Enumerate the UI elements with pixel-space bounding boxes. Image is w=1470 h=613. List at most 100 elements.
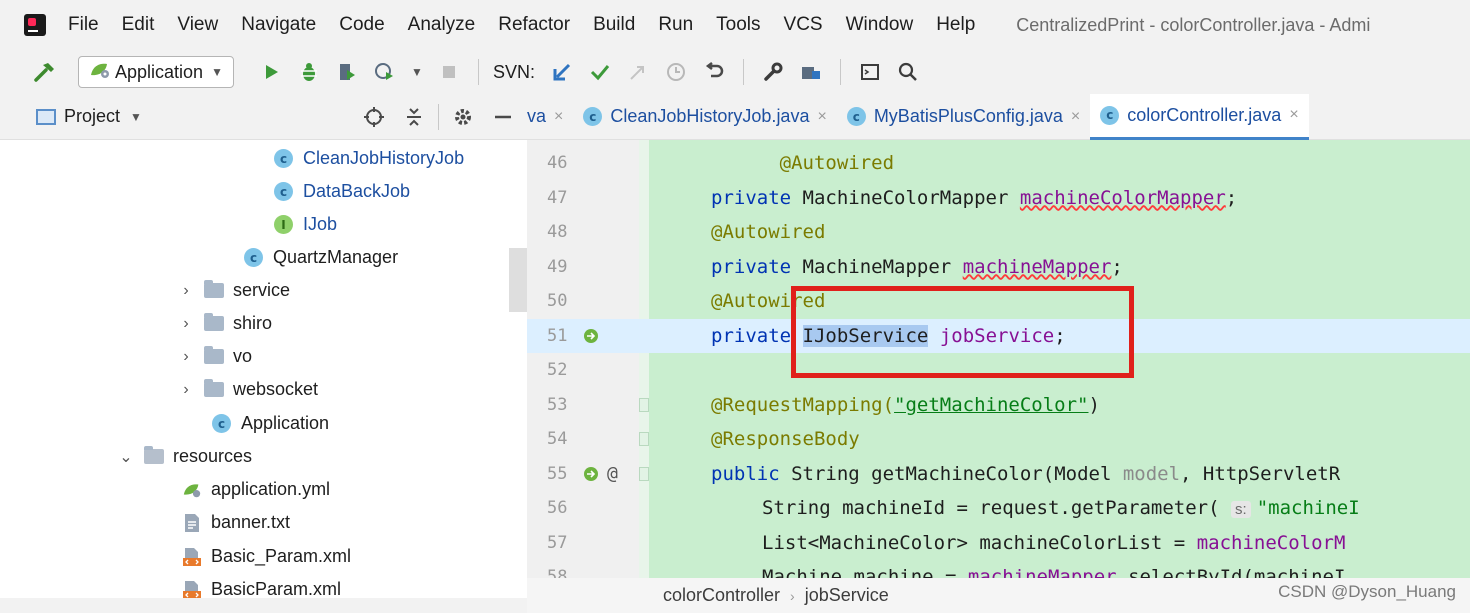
fold-marker-icon[interactable] — [639, 432, 649, 446]
semicolon-token: ; — [1225, 186, 1238, 209]
menu-build[interactable]: Build — [593, 14, 635, 36]
svn-push-icon[interactable] — [625, 59, 651, 85]
code-token: List<MachineColor> machineColorList = — [762, 531, 1197, 554]
run-with-coverage-icon[interactable] — [334, 59, 360, 85]
tree-item[interactable]: › vo — [176, 340, 252, 373]
breadcrumb-item-field[interactable]: jobService — [805, 585, 889, 606]
menu-navigate[interactable]: Navigate — [241, 14, 316, 36]
menu-vcs[interactable]: VCS — [784, 14, 823, 36]
rollback-icon[interactable] — [701, 59, 727, 85]
chevron-right-icon[interactable]: › — [176, 348, 196, 366]
menu-run[interactable]: Run — [658, 14, 693, 36]
code-line[interactable]: 54 @ResponseBody — [527, 422, 1470, 457]
run-configuration-select[interactable]: Application ▼ — [78, 56, 234, 88]
tree-item[interactable]: c Application — [212, 407, 329, 440]
project-tree-horizontal-scrollbar[interactable] — [0, 598, 527, 613]
fold-marker-icon[interactable] — [639, 466, 649, 481]
line-number: 53 — [547, 394, 568, 415]
terminal-window-icon[interactable] — [857, 59, 883, 85]
annotation-token: @RequestMapping( — [711, 393, 895, 416]
menu-refactor[interactable]: Refactor — [498, 14, 570, 36]
tree-item[interactable]: › shiro — [176, 307, 272, 340]
menu-file[interactable]: File — [68, 14, 99, 36]
history-clock-icon[interactable] — [663, 59, 689, 85]
run-icon[interactable] — [258, 59, 284, 85]
menu-analyze[interactable]: Analyze — [408, 14, 476, 36]
build-hammer-icon[interactable] — [32, 59, 58, 85]
spring-request-mapping-icon[interactable] — [582, 465, 600, 483]
close-icon[interactable]: × — [817, 108, 826, 126]
spring-bean-navigation-icon[interactable] — [582, 327, 600, 345]
tree-item[interactable]: c DataBackJob — [274, 175, 410, 208]
project-structure-icon[interactable] — [798, 59, 824, 85]
tree-item[interactable]: I IJob — [274, 208, 337, 241]
code-editor[interactable]: 46 @Autowired 47 private MachineColorMap… — [527, 140, 1470, 578]
menu-window[interactable]: Window — [846, 14, 914, 36]
tab-truncated[interactable]: va × — [527, 94, 573, 140]
code-line[interactable]: 48 @Autowired — [527, 215, 1470, 250]
at-sign-icon[interactable]: @ — [607, 463, 618, 484]
profile-dropdown-chevron-icon[interactable]: ▼ — [410, 59, 424, 85]
tree-item-label: vo — [233, 346, 253, 366]
svn-update-arrow-icon[interactable] — [549, 59, 575, 85]
code-line[interactable]: 46 @Autowired — [527, 146, 1470, 181]
breadcrumb-item-class[interactable]: colorController — [663, 585, 780, 606]
menu-tools[interactable]: Tools — [716, 14, 760, 36]
debug-bug-icon[interactable] — [296, 59, 322, 85]
tree-item[interactable]: c QuartzManager — [244, 241, 398, 274]
tab-mybatisplusconfig[interactable]: c MyBatisPlusConfig.java × — [837, 94, 1090, 140]
tree-item[interactable]: Basic_Param.xml — [182, 540, 351, 573]
yml-file-icon — [182, 480, 202, 500]
profile-icon[interactable] — [372, 59, 398, 85]
menu-code[interactable]: Code — [339, 14, 384, 36]
chevron-down-icon[interactable]: ⌄ — [116, 447, 136, 467]
tree-item[interactable]: › service — [176, 274, 290, 307]
settings-wrench-icon[interactable] — [760, 59, 786, 85]
resources-folder-icon — [144, 446, 164, 464]
tree-item[interactable]: c CleanJobHistoryJob — [274, 142, 464, 175]
locate-crosshair-icon[interactable] — [361, 104, 387, 130]
hide-panel-minus-icon[interactable] — [490, 104, 516, 130]
collapse-all-icon[interactable] — [401, 104, 427, 130]
toolbar-separator — [742, 59, 744, 85]
fold-marker-icon[interactable] — [639, 397, 649, 412]
tree-item[interactable]: application.yml — [182, 473, 330, 506]
chevron-right-icon[interactable]: › — [176, 315, 196, 333]
tab-cleanjobhistoryjob[interactable]: c CleanJobHistoryJob.java × — [573, 94, 836, 140]
project-tree-scrollbar[interactable] — [509, 248, 527, 312]
menu-edit[interactable]: Edit — [122, 14, 155, 36]
unused-param-token: model — [1122, 462, 1181, 485]
class-icon: c — [1100, 105, 1120, 125]
line-number: 52 — [547, 360, 568, 381]
menu-view[interactable]: View — [177, 14, 218, 36]
code-line[interactable]: 56 String machineId = request.getParamet… — [527, 491, 1470, 526]
tree-item[interactable]: › websocket — [176, 373, 318, 406]
paren-token: ) — [1088, 393, 1100, 416]
code-line[interactable]: 55 @ public String getMachineColor(Model… — [527, 457, 1470, 492]
code-text: @ResponseBody — [711, 428, 860, 450]
close-icon[interactable]: × — [554, 108, 563, 126]
tree-item-label: resources — [173, 446, 253, 466]
svn-commit-check-icon[interactable] — [587, 59, 613, 85]
code-line[interactable]: 58 Machine machine = machineMapper.selec… — [527, 560, 1470, 578]
stop-icon[interactable] — [436, 59, 462, 85]
toolbar-separator — [477, 59, 479, 85]
close-icon[interactable]: × — [1071, 108, 1080, 126]
chevron-right-icon[interactable]: › — [176, 282, 196, 300]
tree-item[interactable]: banner.txt — [182, 506, 290, 539]
code-line[interactable]: 57 List<MachineColor> machineColorList =… — [527, 526, 1470, 561]
search-icon[interactable] — [895, 59, 921, 85]
close-icon[interactable]: × — [1289, 106, 1298, 124]
code-line[interactable]: 49 private MachineMapper machineMapper; — [527, 250, 1470, 285]
project-panel-title[interactable]: Project — [64, 106, 120, 127]
code-line[interactable]: 53 @RequestMapping("getMachineColor") — [527, 388, 1470, 423]
chevron-right-icon[interactable]: › — [176, 381, 196, 399]
chevron-down-icon[interactable]: ▼ — [130, 110, 142, 124]
folder-icon — [204, 379, 224, 397]
spring-boot-icon — [89, 61, 111, 84]
code-line[interactable]: 47 private MachineColorMapper machineCol… — [527, 181, 1470, 216]
tab-colorcontroller[interactable]: c colorController.java × — [1090, 93, 1309, 140]
tree-item[interactable]: ⌄ resources — [116, 440, 252, 473]
gear-icon[interactable] — [450, 104, 476, 130]
menu-help[interactable]: Help — [936, 14, 975, 36]
